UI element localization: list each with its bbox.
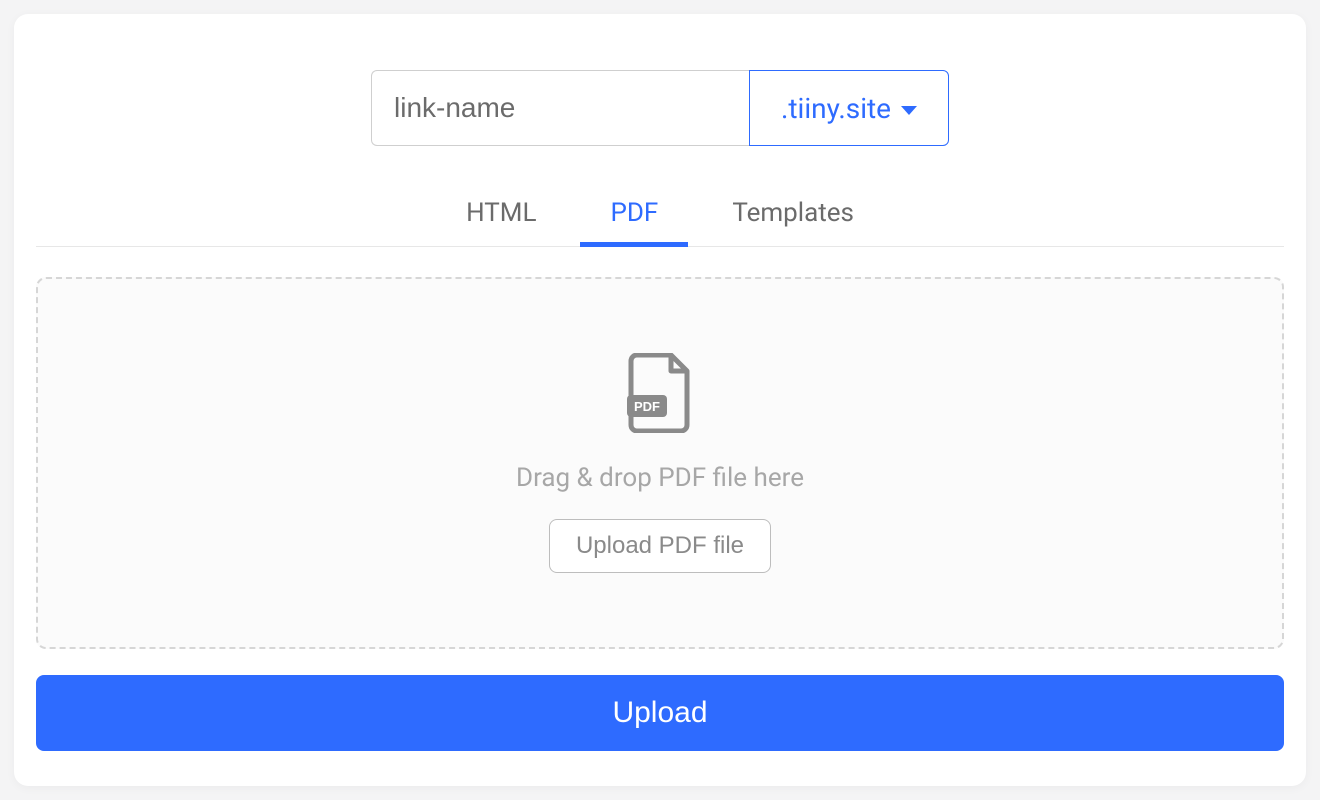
url-row: .tiiny.site [14, 70, 1306, 146]
tab-pdf[interactable]: PDF [608, 190, 660, 246]
dropzone-text: Drag & drop PDF file here [516, 463, 804, 493]
dropzone[interactable]: PDF Drag & drop PDF file here Upload PDF… [36, 277, 1284, 649]
tabs: HTML PDF Templates [36, 190, 1284, 247]
submit-upload-button[interactable]: Upload [36, 675, 1284, 751]
tab-templates[interactable]: Templates [730, 190, 856, 246]
pdf-file-icon: PDF [627, 353, 693, 437]
link-name-input[interactable] [371, 70, 749, 146]
caret-down-icon [901, 106, 917, 115]
svg-text:PDF: PDF [634, 399, 660, 414]
upload-file-button[interactable]: Upload PDF file [549, 519, 771, 573]
domain-label: .tiiny.site [781, 92, 891, 125]
upload-card: .tiiny.site HTML PDF Templates PDF Drag … [14, 14, 1306, 786]
domain-dropdown[interactable]: .tiiny.site [749, 70, 949, 146]
tab-html[interactable]: HTML [464, 190, 538, 246]
